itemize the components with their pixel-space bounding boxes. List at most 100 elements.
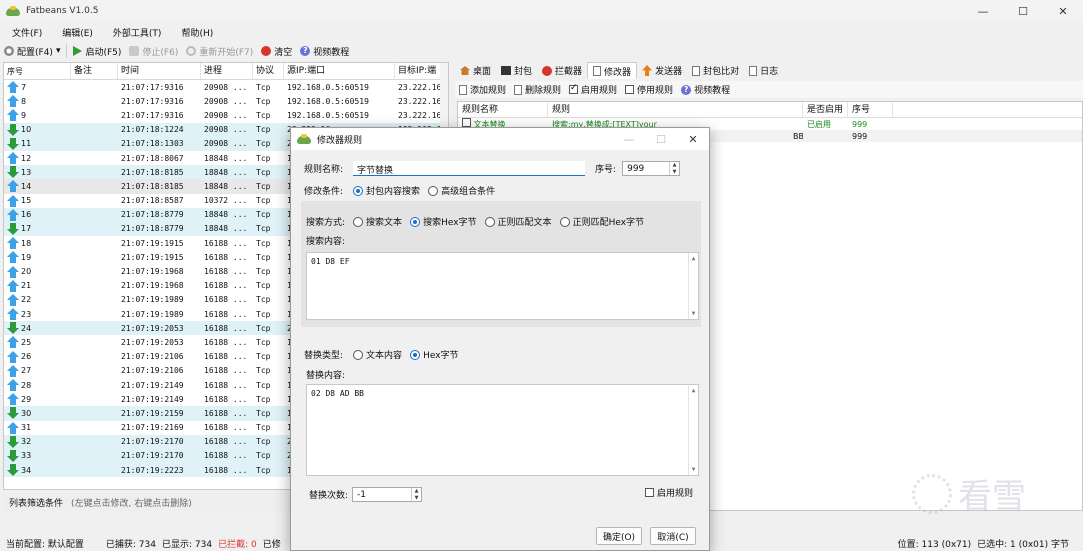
enable-rule-row[interactable]: 启用规则 <box>645 486 693 499</box>
status-blocked: 已拦截: 0 <box>218 539 257 550</box>
menu-external-tools[interactable]: 外部工具(T) <box>101 26 170 39</box>
close-icon[interactable]: ✕ <box>1043 0 1083 22</box>
search-mode-text[interactable]: 搜索文本 <box>353 215 402 228</box>
rule-tutorial-button[interactable]: ? 视频教程 <box>677 83 734 96</box>
rule-toolbar: 添加规则 删除规则 启用规则 停用规则 ?视频教程 <box>455 81 1083 98</box>
row-number: 27 <box>21 366 32 376</box>
search-content-textarea[interactable]: 01 D8 EF ▲ ▼ <box>306 252 699 320</box>
table-cell: 21:07:19:1968 <box>121 281 184 291</box>
col-time[interactable]: 时间 <box>118 63 201 79</box>
radio-selected-icon <box>410 349 421 360</box>
checkbox-icon[interactable] <box>645 488 654 497</box>
minimize-icon[interactable]: — <box>963 0 1003 22</box>
replace-type-text[interactable]: 文本内容 <box>353 348 402 361</box>
table-cell: 33 <box>4 449 71 462</box>
watermark: 看雪 <box>912 466 1062 521</box>
search-mode-hex[interactable]: 搜索Hex字节 <box>410 215 477 228</box>
textarea-scrollbar[interactable]: ▲ ▼ <box>688 385 698 475</box>
table-cell: 192.168.0.5:60519 <box>287 110 369 120</box>
table-cell: Tcp <box>256 323 271 333</box>
replace-type-hex[interactable]: Hex字节 <box>410 348 459 361</box>
col-rule-name[interactable]: 规则名称 <box>458 102 548 117</box>
tab-packet[interactable]: 封包 <box>496 62 537 79</box>
stop-button[interactable]: 停止(F6) <box>125 43 182 59</box>
seq-stepper[interactable]: 999 ▲ ▼ <box>622 161 681 176</box>
tab-interceptor[interactable]: 拦截器 <box>537 62 587 79</box>
chevron-down-icon[interactable]: ▾ <box>56 46 61 56</box>
search-content-value: 01 D8 EF <box>311 257 350 266</box>
search-mode-regex-hex[interactable]: 正则匹配Hex字节 <box>559 215 644 228</box>
search-mode-row: 搜索方式: 搜索文本 搜索Hex字节 正则匹配文本 正则匹配Hex字节 <box>306 215 652 228</box>
tab-compare[interactable]: 封包比对 <box>687 62 744 79</box>
help-icon: ? <box>300 46 311 56</box>
search-mode-regex-text[interactable]: 正则匹配文本 <box>484 215 552 228</box>
status-config: 当前配置: 默认配置 <box>6 539 84 550</box>
col-note[interactable]: 备注 <box>71 63 118 79</box>
table-cell: 16188 ... <box>204 437 248 447</box>
replace-count-stepper[interactable]: -1 ▲ ▼ <box>352 487 423 502</box>
arrow-up-icon <box>7 265 19 278</box>
checkbox-icon[interactable] <box>462 118 471 127</box>
tab-modifier[interactable]: 修改器 <box>587 62 638 79</box>
clear-button[interactable]: 清空 <box>257 43 296 59</box>
table-row[interactable]: 8 21:07:17:9316 20908 ... Tcp 192.168.0.5:60… <box>4 94 448 108</box>
tab-label: 封包比对 <box>703 67 740 77</box>
condition-advanced[interactable]: 高级组合条件 <box>428 184 495 197</box>
stepper-arrows-icon[interactable]: ▲ ▼ <box>669 162 679 175</box>
table-cell: Tcp <box>256 252 271 262</box>
delete-rule-button[interactable]: 删除规则 <box>510 83 565 96</box>
table-cell: 21:07:19:2053 <box>121 337 184 347</box>
tab-desktop[interactable]: 桌面 <box>455 62 496 79</box>
menu-help[interactable]: 帮助(H) <box>169 26 221 39</box>
col-rule[interactable]: 规则 <box>548 102 803 117</box>
help-icon: ? <box>681 84 692 95</box>
enable-rule-button[interactable]: 启用规则 <box>565 83 621 96</box>
disable-rule-button[interactable]: 停用规则 <box>621 83 677 96</box>
condition-packet-search[interactable]: 封包内容搜索 <box>353 184 420 197</box>
table-row[interactable]: 9 21:07:17:9316 20908 ... Tcp 192.168.0.5:60… <box>4 108 448 122</box>
col-enabled[interactable]: 是否启用 <box>803 102 848 117</box>
close-icon[interactable]: ✕ <box>677 128 709 150</box>
table-cell: Tcp <box>256 110 271 120</box>
row-number: 34 <box>21 465 32 475</box>
add-rule-button[interactable]: 添加规则 <box>455 83 510 96</box>
table-cell: Tcp <box>256 380 271 390</box>
start-button[interactable]: 启动(F5) <box>69 43 125 59</box>
stepper-arrows-icon[interactable]: ▲ ▼ <box>411 488 421 501</box>
radio-selected-icon <box>353 185 364 196</box>
app-logo-icon <box>297 134 311 144</box>
table-cell: 21:07:19:1915 <box>121 238 184 248</box>
col-seq[interactable]: 序号 <box>848 102 893 117</box>
col-source[interactable]: 源IP:端口 <box>284 63 395 79</box>
arrow-up-icon <box>7 237 19 250</box>
tab-log[interactable]: 日志 <box>744 62 783 79</box>
textarea-scrollbar[interactable]: ▲ ▼ <box>688 253 698 319</box>
cancel-button[interactable]: 取消(C) <box>650 527 696 545</box>
col-no[interactable]: 序号 <box>4 63 71 79</box>
table-cell: Tcp <box>256 210 271 220</box>
table-cell: 29 <box>4 393 71 406</box>
start-label: 启动(F5) <box>85 47 122 58</box>
tab-sender[interactable]: 发送器 <box>637 62 687 79</box>
table-cell: 16188 ... <box>204 281 248 291</box>
restart-button[interactable]: 重新开始(F7) <box>182 43 257 59</box>
row-number: 9 <box>21 110 27 120</box>
col-process[interactable]: 进程 <box>201 63 253 79</box>
arrow-up-icon <box>7 336 19 349</box>
stop-icon <box>129 46 140 56</box>
menu-edit[interactable]: 编辑(E) <box>50 26 101 39</box>
config-button[interactable]: 配置(F4) ▾ <box>0 43 64 59</box>
replace-content-textarea[interactable]: 02 D8 AD BB ▲ ▼ <box>306 384 699 476</box>
row-number: 30 <box>21 408 32 418</box>
replace-content-label-row: 替换内容: <box>306 368 345 381</box>
maximize-icon[interactable]: ☐ <box>1003 0 1043 22</box>
ok-button[interactable]: 确定(O) <box>596 527 642 545</box>
rule-name-input[interactable]: 字节替换 <box>353 161 586 176</box>
table-row[interactable]: 7 21:07:17:9316 20908 ... Tcp 192.168.0.5:60… <box>4 80 448 94</box>
video-tutorial-button[interactable]: ? 视频教程 <box>296 43 353 59</box>
table-cell: 16188 ... <box>204 408 248 418</box>
table-cell: 21:07:18:8067 <box>121 153 184 163</box>
dialog-title-bar: 修改器规则 — ☐ ✕ <box>291 128 709 150</box>
col-protocol[interactable]: 协议 <box>253 63 284 79</box>
menu-file[interactable]: 文件(F) <box>0 26 50 39</box>
